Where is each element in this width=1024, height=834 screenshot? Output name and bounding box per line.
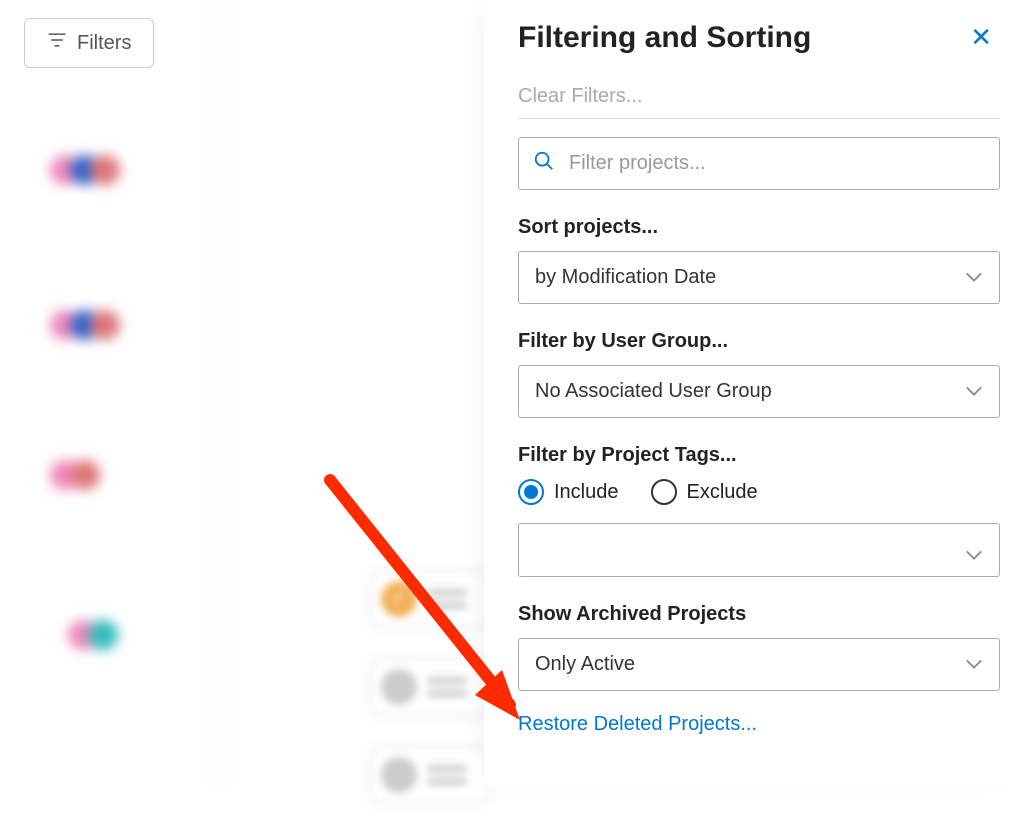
tags-exclude-radio[interactable]: Exclude [651, 479, 758, 505]
filter-panel: Filtering and Sorting ✕ Clear Filters...… [484, 0, 1024, 785]
search-icon [533, 150, 555, 177]
user-group-label: Filter by User Group... [518, 330, 1000, 353]
filter-search-input[interactable] [569, 152, 985, 175]
sort-select[interactable]: by Modification Date [518, 251, 1000, 304]
content-blurred [370, 570, 490, 834]
panel-title: Filtering and Sorting [518, 21, 811, 55]
user-group-value: No Associated User Group [535, 380, 772, 403]
filter-icon [47, 31, 67, 55]
archived-value: Only Active [535, 653, 635, 676]
tags-exclude-label: Exclude [687, 481, 758, 504]
chevron-down-icon [965, 548, 983, 566]
tags-include-label: Include [554, 481, 619, 504]
chevron-down-icon [965, 653, 983, 676]
tags-select[interactable] [518, 523, 1000, 577]
filters-button[interactable]: Filters [24, 18, 154, 68]
sort-label: Sort projects... [518, 216, 1000, 239]
archived-label: Show Archived Projects [518, 603, 1000, 626]
clear-filters-link[interactable]: Clear Filters... [518, 85, 1000, 119]
filters-button-label: Filters [77, 32, 131, 55]
chevron-down-icon [965, 266, 983, 289]
radio-unselected-icon [651, 479, 677, 505]
user-group-select[interactable]: No Associated User Group [518, 365, 1000, 418]
restore-deleted-link[interactable]: Restore Deleted Projects... [518, 713, 1000, 736]
tags-label: Filter by Project Tags... [518, 444, 1000, 467]
archived-select[interactable]: Only Active [518, 638, 1000, 691]
filter-search-box[interactable] [518, 137, 1000, 190]
sidebar-blurred [0, 0, 220, 785]
close-button[interactable]: ✕ [962, 18, 1000, 57]
tags-include-radio[interactable]: Include [518, 479, 619, 505]
radio-selected-icon [518, 479, 544, 505]
sort-value: by Modification Date [535, 266, 716, 289]
chevron-down-icon [965, 380, 983, 403]
close-icon: ✕ [970, 22, 992, 52]
